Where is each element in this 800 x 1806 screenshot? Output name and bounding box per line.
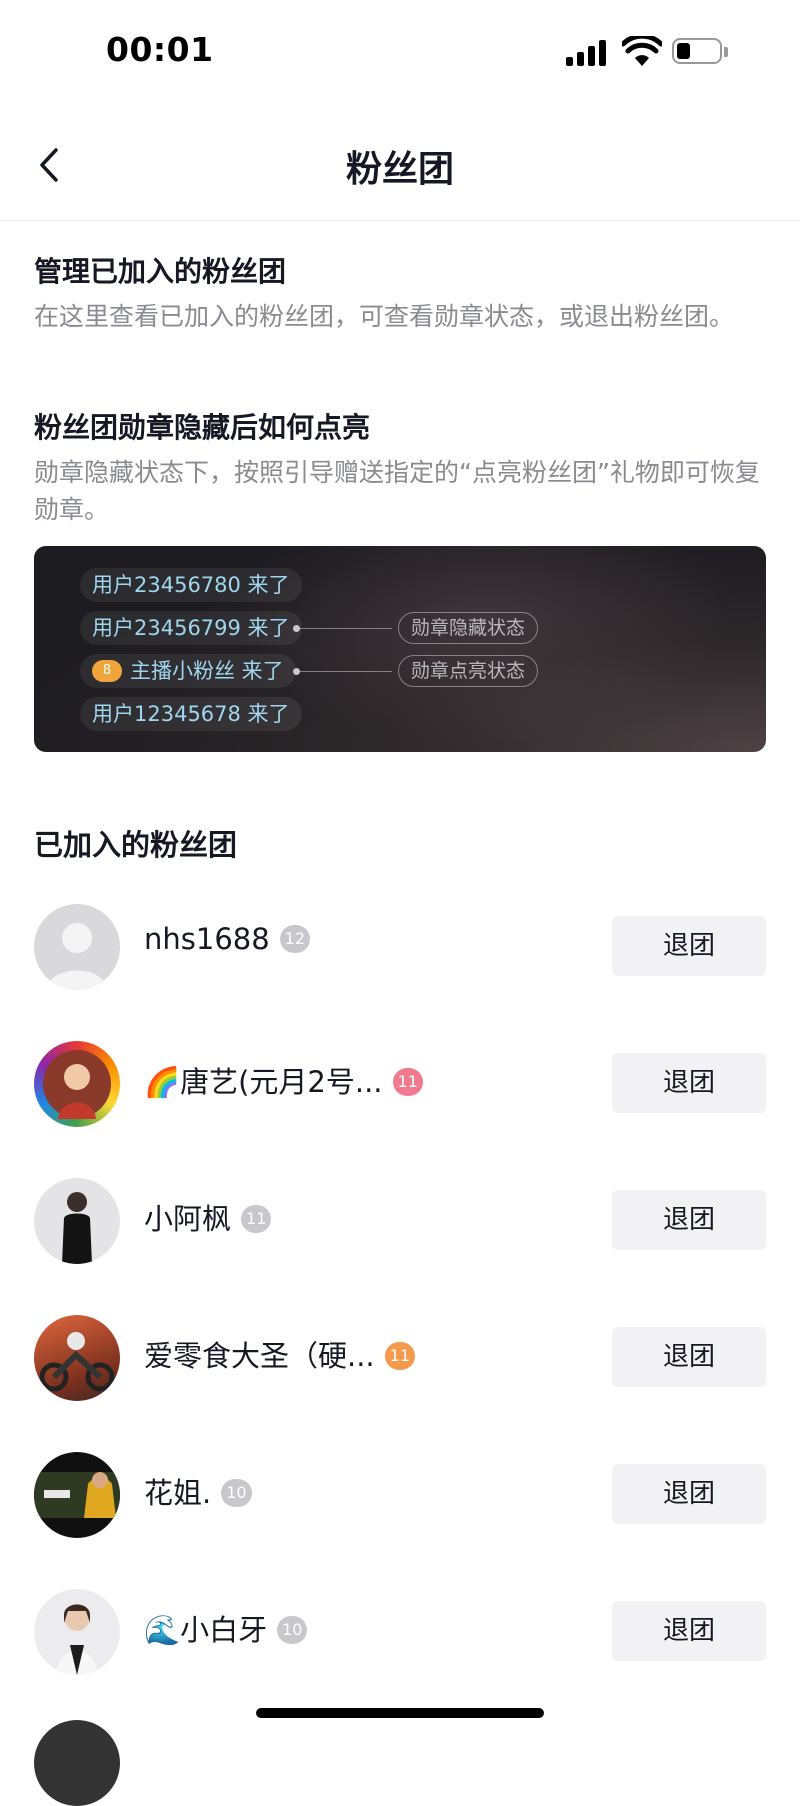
- light-up-heading: 粉丝团勋章隐藏后如何点亮: [34, 411, 371, 444]
- avatar[interactable]: [34, 1589, 120, 1675]
- quit-button[interactable]: 退团: [612, 1053, 766, 1113]
- manage-heading: 管理已加入的粉丝团: [34, 255, 287, 288]
- home-indicator[interactable]: [256, 1708, 544, 1718]
- list-item-name: nhs1688 12: [144, 922, 311, 956]
- fan-level-badge: 12: [279, 925, 311, 953]
- page-title: 粉丝团: [345, 149, 454, 190]
- list-item-name: 小阿枫 11: [144, 1196, 272, 1238]
- quit-button[interactable]: 退团: [612, 1464, 766, 1524]
- avatar[interactable]: [34, 1452, 120, 1538]
- avatar[interactable]: [34, 1315, 120, 1401]
- list-item: 花姐. 10 退团: [0, 1444, 800, 1544]
- avatar[interactable]: [34, 904, 120, 990]
- banner-chat-line: 用户12345678 来了: [80, 697, 302, 731]
- battery-icon: [672, 38, 728, 66]
- quit-button[interactable]: 退团: [612, 1327, 766, 1387]
- list-item: 🌈唐艺(元月2号... 11 退团: [0, 1033, 800, 1133]
- lit-state-label: 勋章点亮状态: [398, 655, 539, 687]
- banner-chat-text: 主播小粉丝 来了: [130, 659, 284, 683]
- connector-line: [293, 625, 392, 632]
- cellular-signal-icon: [566, 40, 610, 66]
- list-item-name: 🌊小白牙 10: [144, 1607, 308, 1649]
- list-item: 爱零食大圣（硬... 11 退团: [0, 1307, 800, 1407]
- banner-chat-line: 用户23456799 来了: [80, 611, 302, 645]
- fan-level-badge: 10: [277, 1616, 308, 1644]
- avatar[interactable]: [34, 1178, 120, 1264]
- hidden-state-label: 勋章隐藏状态: [398, 612, 539, 644]
- wifi-icon: [622, 36, 662, 66]
- avatar[interactable]: [34, 1720, 120, 1806]
- fan-level-badge: 10: [221, 1479, 252, 1507]
- fan-level-badge: 11: [241, 1205, 272, 1233]
- list-item-name: 爱零食大圣（硬... 11: [144, 1333, 416, 1375]
- status-time: 00:01: [106, 30, 214, 69]
- manage-description: 在这里查看已加入的粉丝团，可查看勋章状态，或退出粉丝团。: [34, 302, 735, 331]
- list-item: 小阿枫 11 退团: [0, 1170, 800, 1270]
- badge-guide-banner: 用户23456780 来了 用户23456799 来了 8 主播小粉丝 来了 用户…: [34, 546, 766, 752]
- fan-level-badge: 8: [92, 659, 122, 682]
- list-item: nhs1688 12 退团: [0, 896, 800, 996]
- banner-chat-line: 用户23456780 来了: [80, 568, 302, 602]
- quit-button[interactable]: 退团: [612, 916, 766, 976]
- list-item-name: 花姐. 10: [144, 1470, 252, 1512]
- list-item-name: 🌈唐艺(元月2号... 11: [144, 1059, 423, 1101]
- avatar[interactable]: [34, 1041, 120, 1127]
- fan-level-badge: 11: [384, 1342, 416, 1370]
- quit-button[interactable]: 退团: [612, 1601, 766, 1661]
- connector-line: [293, 668, 392, 675]
- status-bar: 00:01: [0, 0, 800, 110]
- list-item: 🌊小白牙 10 退团: [0, 1581, 800, 1681]
- quit-button[interactable]: 退团: [612, 1190, 766, 1250]
- fan-level-badge: 11: [392, 1068, 423, 1096]
- joined-list-heading: 已加入的粉丝团: [34, 828, 238, 862]
- nav-bar: 粉丝团: [0, 110, 800, 221]
- banner-chat-line-with-badge: 8 主播小粉丝 来了: [80, 654, 296, 688]
- light-up-description: 勋章隐藏状态下，按照引导赠送指定的“点亮粉丝团”礼物即可恢复勋章。: [34, 458, 760, 524]
